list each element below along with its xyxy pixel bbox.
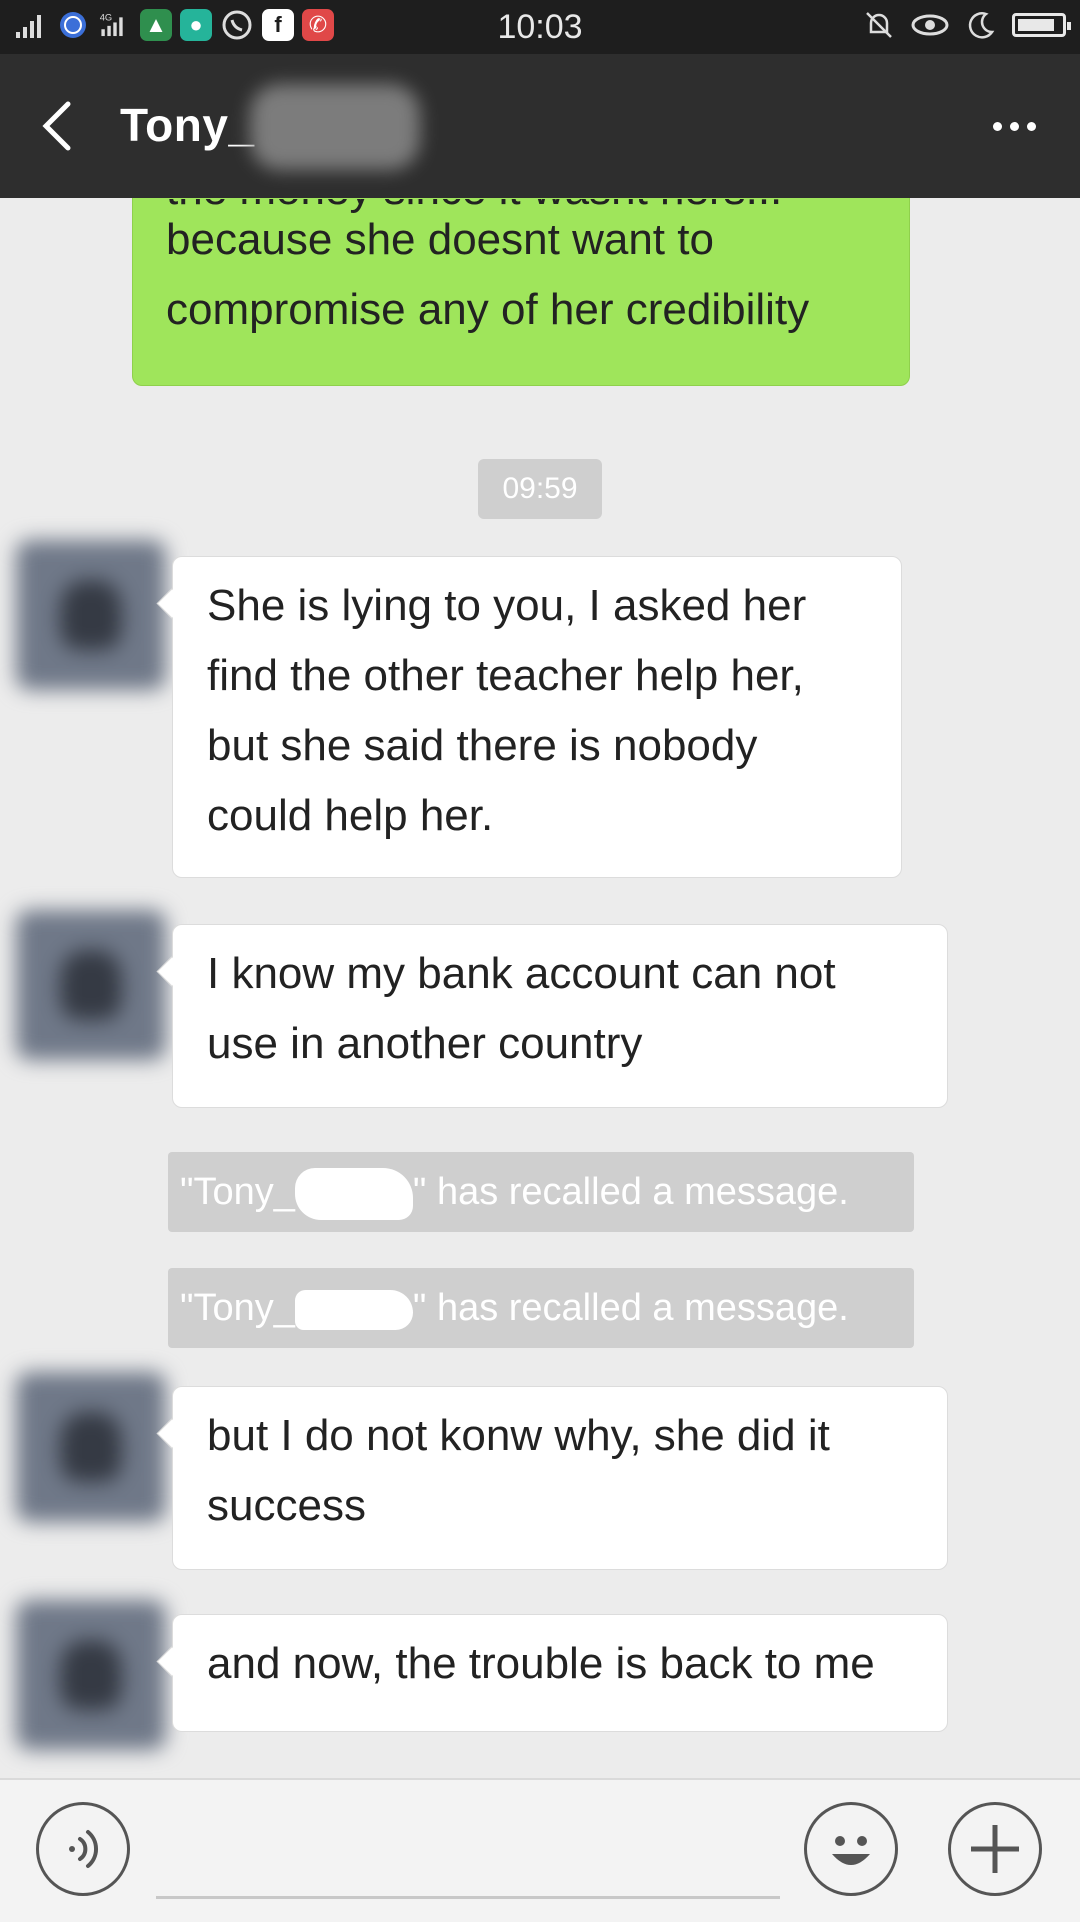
status-right-icons xyxy=(862,8,1071,42)
avatar[interactable] xyxy=(16,1600,166,1750)
input-underline xyxy=(156,1896,780,1899)
mute-icon xyxy=(866,12,892,38)
recall-notice: "Tony_ " has recalled a message. xyxy=(168,1152,914,1232)
message-line: compromise any of her credibility xyxy=(166,285,810,334)
redacted-name xyxy=(294,1167,413,1220)
message-line: She is lying to you, I asked her xyxy=(207,581,807,630)
chat-area[interactable]: the money since it wasnt hers... because… xyxy=(0,198,1080,1778)
eye-icon xyxy=(911,14,949,36)
emoji-icon xyxy=(832,1836,870,1865)
message-line: could help her. xyxy=(207,791,494,840)
moon-icon xyxy=(968,12,995,39)
voice-icon xyxy=(69,1830,99,1868)
plus-button[interactable] xyxy=(948,1802,1042,1896)
message-input[interactable] xyxy=(156,1820,784,1896)
status-bar: 4G ▲ ● f ✆ 10:03 xyxy=(0,0,1080,54)
message-line: and now, the trouble is back to me xyxy=(207,1639,875,1688)
message-line: use in another country xyxy=(207,1019,643,1068)
avatar[interactable] xyxy=(16,540,166,690)
message-line: but I do not konw why, she did it xyxy=(207,1411,830,1460)
redacted-name xyxy=(294,1289,413,1330)
page-title: Tony_ xyxy=(120,99,255,151)
recall-prefix: "Tony_ xyxy=(180,1287,295,1329)
chevron-left-icon[interactable] xyxy=(36,100,80,152)
received-message[interactable]: I know my bank account can not use in an… xyxy=(172,924,948,1108)
received-message[interactable]: She is lying to you, I asked her find th… xyxy=(172,556,902,878)
sent-message[interactable]: the money since it wasnt hers... because… xyxy=(132,198,910,386)
message-line: find the other teacher help her, xyxy=(207,651,804,700)
timestamp: 09:59 xyxy=(478,459,602,519)
plus-icon xyxy=(971,1825,1019,1873)
more-icon[interactable] xyxy=(984,106,1044,146)
message-line: success xyxy=(207,1481,366,1530)
recall-prefix: "Tony_ xyxy=(180,1171,295,1213)
recall-notice: "Tony_ " has recalled a message. xyxy=(168,1268,914,1348)
message-line: I know my bank account can not xyxy=(207,949,836,998)
avatar[interactable] xyxy=(16,1372,166,1522)
recall-suffix: " has recalled a message. xyxy=(412,1171,849,1213)
message-line: but she said there is nobody xyxy=(207,721,758,770)
message-line: the money since it wasnt hers... xyxy=(166,199,866,219)
received-message[interactable]: and now, the trouble is back to me xyxy=(172,1614,948,1732)
input-bar xyxy=(0,1778,1080,1922)
recall-suffix: " has recalled a message. xyxy=(412,1287,849,1329)
received-message[interactable]: but I do not konw why, she did it succes… xyxy=(172,1386,948,1570)
avatar[interactable] xyxy=(16,910,166,1060)
emoji-button[interactable] xyxy=(804,1802,898,1896)
battery-icon xyxy=(1012,13,1071,37)
chat-header: Tony_ xyxy=(0,54,1080,198)
voice-button[interactable] xyxy=(36,1802,130,1896)
redacted-name xyxy=(250,84,420,170)
